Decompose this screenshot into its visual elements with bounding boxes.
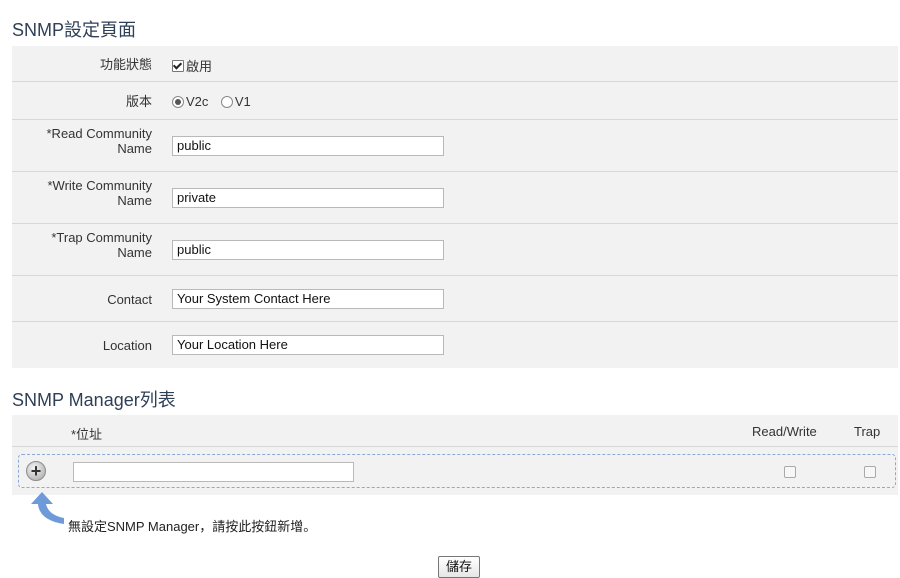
trap-community-field: public <box>172 240 444 260</box>
row-version: 版本 V2c V1 <box>12 82 898 120</box>
column-read-write: Read/Write <box>752 424 817 439</box>
version-v2c-label: V2c <box>186 94 209 110</box>
version-v1-radio[interactable] <box>220 95 233 108</box>
plus-icon: + <box>30 461 42 481</box>
read-community-input[interactable]: public <box>172 136 444 156</box>
read-community-label-line2: Name <box>117 141 152 156</box>
read-community-field: public <box>172 136 444 156</box>
write-community-label-line2: Name <box>117 193 152 208</box>
write-community-field: private <box>172 188 444 208</box>
trap-community-label-line2: Name <box>117 245 152 260</box>
snmp-settings-title: SNMP設定頁面 <box>12 20 137 40</box>
manager-list-title: SNMP Manager列表 <box>12 390 176 410</box>
trap-community-label-line1: *Trap Community <box>51 230 152 245</box>
write-community-label-line1: *Write Community <box>47 178 152 193</box>
contact-field: Your System Contact Here <box>172 289 444 309</box>
manager-row: + <box>18 454 896 488</box>
manager-hint-text: 無設定SNMP Manager，請按此按鈕新增。 <box>68 519 317 534</box>
row-trap-community: *Trap Community Name public <box>12 224 898 276</box>
trap-community-label: *Trap Community Name <box>51 230 152 260</box>
location-input[interactable]: Your Location Here <box>172 335 444 355</box>
row-read-community: *Read Community Name public <box>12 120 898 172</box>
read-write-checkbox[interactable] <box>784 466 796 478</box>
curved-arrow-icon <box>31 492 64 524</box>
read-community-label: *Read Community Name <box>47 126 153 156</box>
row-location: Location Your Location Here <box>12 322 898 368</box>
trap-community-input[interactable]: public <box>172 240 444 260</box>
manager-table-header: *位址 Read/Write Trap <box>12 415 898 447</box>
enable-checkbox-label: 啟用 <box>186 59 213 74</box>
snmp-settings-panel: 功能狀態 啟用 版本 V2c V1 *Read Community Name p… <box>12 46 898 368</box>
row-function-status: 功能狀態 啟用 <box>12 46 898 82</box>
row-write-community: *Write Community Name private <box>12 172 898 224</box>
location-label: Location <box>102 338 152 353</box>
location-field: Your Location Here <box>172 335 444 355</box>
function-status-label: 功能狀態 <box>99 57 152 72</box>
write-community-input[interactable]: private <box>172 188 444 208</box>
contact-label: Contact <box>107 292 152 307</box>
function-status-field: 啟用 <box>172 56 220 75</box>
read-community-label-line1: *Read Community <box>46 126 153 141</box>
version-v1-label: V1 <box>234 94 251 110</box>
column-trap: Trap <box>854 424 881 439</box>
version-field: V2c V1 <box>172 93 259 111</box>
add-manager-button[interactable]: + <box>26 461 46 481</box>
write-community-label: *Write Community Name <box>47 178 152 208</box>
manager-address-input[interactable] <box>73 462 354 482</box>
contact-input[interactable]: Your System Contact Here <box>172 289 444 309</box>
version-v2c-radio[interactable] <box>172 95 184 108</box>
save-button[interactable]: 儲存 <box>438 556 480 578</box>
enable-checkbox[interactable] <box>172 59 184 72</box>
row-contact: Contact Your System Contact Here <box>12 276 898 322</box>
version-label: 版本 <box>125 94 152 109</box>
trap-checkbox[interactable] <box>864 466 876 478</box>
column-address: *位址 <box>71 427 103 442</box>
